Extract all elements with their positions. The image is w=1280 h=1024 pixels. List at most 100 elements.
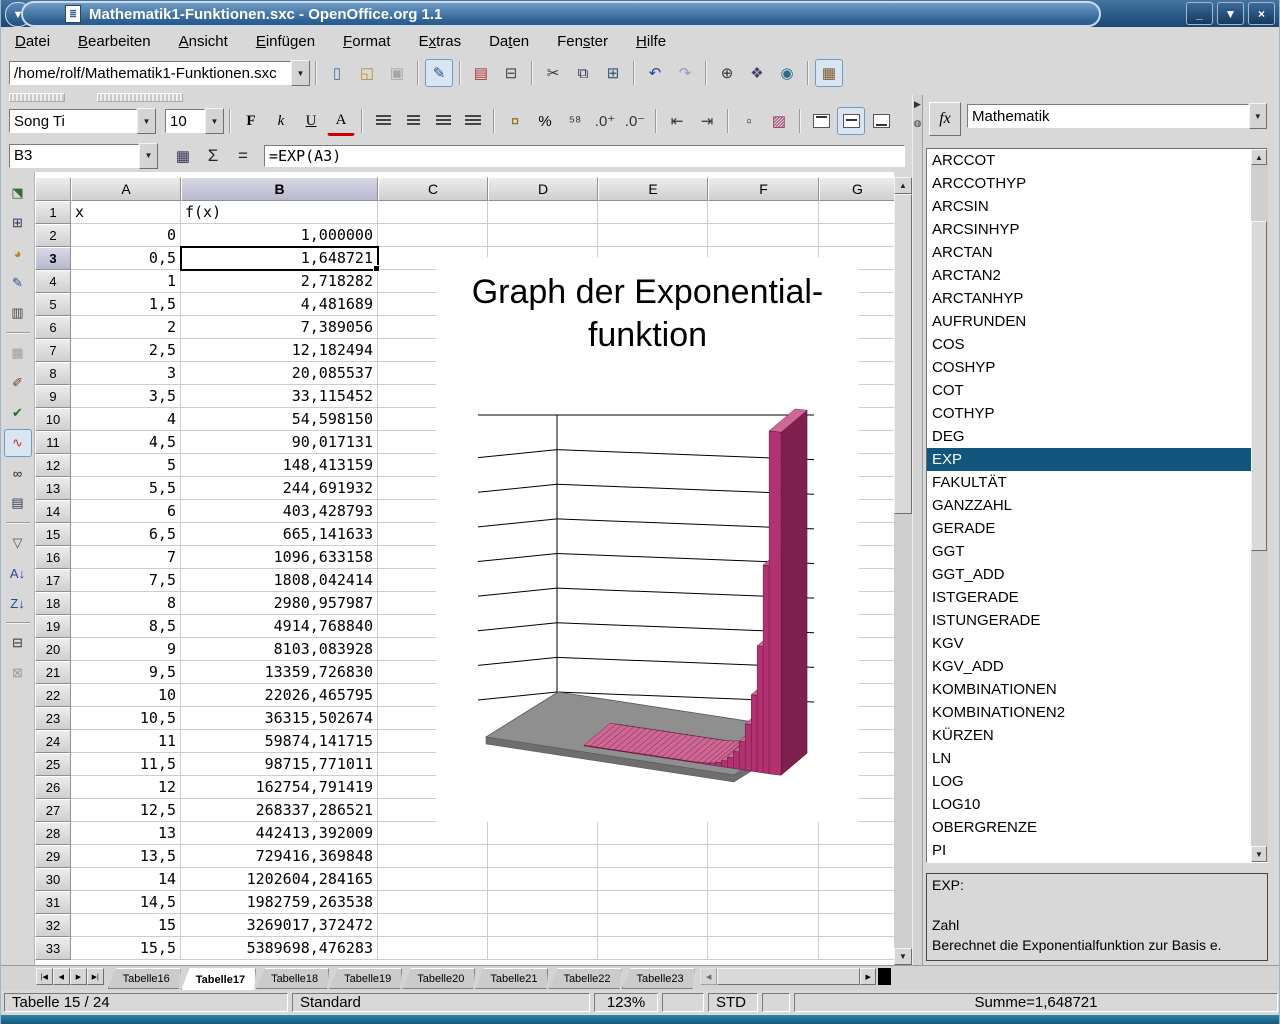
row-header-30[interactable]: 30 xyxy=(35,868,71,891)
column-header-B[interactable]: B xyxy=(181,177,378,201)
row-header-14[interactable]: 14 xyxy=(35,500,71,523)
row-header-13[interactable]: 13 xyxy=(35,477,71,500)
cell-A27[interactable]: 12,5 xyxy=(71,799,181,822)
cell-G28[interactable] xyxy=(819,822,894,845)
function-item-ggt_add[interactable]: GGT_ADD xyxy=(927,563,1267,586)
menu-bearbeiten[interactable]: Bearbeiten xyxy=(64,30,165,53)
sheet-tab-tabelle16[interactable]: Tabelle16 xyxy=(108,968,181,989)
row-header-6[interactable]: 6 xyxy=(35,316,71,339)
function-item-cos[interactable]: COS xyxy=(927,333,1267,356)
cell-G33[interactable] xyxy=(819,937,894,960)
increase-indent-icon[interactable]: ⇥ xyxy=(693,107,721,135)
cell-A4[interactable]: 1 xyxy=(71,270,181,293)
vertical-scrollbar[interactable]: ▲ ▼ xyxy=(894,177,912,965)
function-item-exp[interactable]: EXP xyxy=(927,448,1267,471)
cell-C33[interactable] xyxy=(378,937,488,960)
function-item-kombinationen2[interactable]: KOMBINATIONEN2 xyxy=(927,701,1267,724)
row-header-23[interactable]: 23 xyxy=(35,707,71,730)
cell-A19[interactable]: 8,5 xyxy=(71,615,181,638)
cell-F33[interactable] xyxy=(708,937,819,960)
function-item-fakultät[interactable]: FAKULTÄT xyxy=(927,471,1267,494)
cell-A18[interactable]: 8 xyxy=(71,592,181,615)
row-header-26[interactable]: 26 xyxy=(35,776,71,799)
menu-format[interactable]: Format xyxy=(329,30,405,53)
cell-B14[interactable]: 403,428793 xyxy=(181,500,378,523)
font-size-combobox[interactable]: ▼ xyxy=(165,109,224,133)
function-item-coshyp[interactable]: COSHYP xyxy=(927,356,1267,379)
row-header-25[interactable]: 25 xyxy=(35,753,71,776)
function-item-kombinationen[interactable]: KOMBINATIONEN xyxy=(927,678,1267,701)
cell-B24[interactable]: 59874,141715 xyxy=(181,730,378,753)
cell-D33[interactable] xyxy=(488,937,598,960)
cell-A12[interactable]: 5 xyxy=(71,454,181,477)
cell-A17[interactable]: 7,5 xyxy=(71,569,181,592)
column-header-F[interactable]: F xyxy=(708,177,819,201)
menu-ansicht[interactable]: Ansicht xyxy=(165,30,242,53)
font-size-dropdown-icon[interactable]: ▼ xyxy=(205,108,224,134)
cell-G32[interactable] xyxy=(819,914,894,937)
cell-F28[interactable] xyxy=(708,822,819,845)
currency-icon[interactable]: ¤ xyxy=(501,107,529,135)
row-header-28[interactable]: 28 xyxy=(35,822,71,845)
cell-A7[interactable]: 2,5 xyxy=(71,339,181,362)
font-color-icon[interactable]: A xyxy=(327,106,355,136)
cell-B28[interactable]: 442413,392009 xyxy=(181,822,378,845)
data-sources-icon[interactable]: ▤ xyxy=(4,489,32,517)
cell-E2[interactable] xyxy=(598,224,708,247)
paste-icon[interactable]: ⊞ xyxy=(599,59,627,87)
row-header-33[interactable]: 33 xyxy=(35,937,71,960)
maximize-button[interactable]: ▼ xyxy=(1217,2,1244,25)
align-left-icon[interactable] xyxy=(369,107,397,135)
row-header-22[interactable]: 22 xyxy=(35,684,71,707)
row-header-15[interactable]: 15 xyxy=(35,523,71,546)
sheet-tab-tabelle17[interactable]: Tabelle17 xyxy=(181,968,256,991)
insert-chart-icon[interactable]: ◕ xyxy=(4,239,32,267)
cell-B25[interactable]: 98715,771011 xyxy=(181,753,378,776)
tab-scroll-left-icon[interactable]: ◀ xyxy=(700,968,716,985)
cell-B15[interactable]: 665,141633 xyxy=(181,523,378,546)
align-center-icon[interactable] xyxy=(399,107,427,135)
open-folder-icon[interactable]: ◱ xyxy=(353,59,381,87)
cell-B2[interactable]: 1,000000 xyxy=(181,224,378,247)
cell-A13[interactable]: 5,5 xyxy=(71,477,181,500)
function-list[interactable]: ARCCOTARCCOTHYPARCSINARCSINHYPARCTANARCT… xyxy=(926,148,1268,863)
cell-A5[interactable]: 1,5 xyxy=(71,293,181,316)
status-sum[interactable]: Summe=1,648721 xyxy=(794,993,1278,1012)
number-format-standard-icon[interactable]: ⁵⁸ xyxy=(561,107,589,135)
list-scroll-up-icon[interactable]: ▲ xyxy=(1251,149,1267,165)
function-category-input[interactable] xyxy=(967,104,1249,128)
cell-A15[interactable]: 6,5 xyxy=(71,523,181,546)
cell-B26[interactable]: 162754,791419 xyxy=(181,776,378,799)
stylist-icon[interactable]: ❖ xyxy=(743,59,771,87)
name-box-dropdown-icon[interactable]: ▼ xyxy=(139,143,158,169)
row-header-27[interactable]: 27 xyxy=(35,799,71,822)
function-item-deg[interactable]: DEG xyxy=(927,425,1267,448)
function-item-cothyp[interactable]: COTHYP xyxy=(927,402,1267,425)
percent-icon[interactable]: % xyxy=(531,107,559,135)
valign-top-icon[interactable] xyxy=(807,107,835,135)
row-header-32[interactable]: 32 xyxy=(35,914,71,937)
navigator-icon[interactable]: ⊕ xyxy=(713,59,741,87)
cell-B22[interactable]: 22026,465795 xyxy=(181,684,378,707)
cell-B9[interactable]: 33,115452 xyxy=(181,385,378,408)
cell-B7[interactable]: 12,182494 xyxy=(181,339,378,362)
scroll-down-icon[interactable]: ▼ xyxy=(894,948,912,965)
cell-reference-input[interactable] xyxy=(9,144,139,168)
cell-B29[interactable]: 729416,369848 xyxy=(181,845,378,868)
find-replace-icon[interactable]: ∞ xyxy=(4,459,32,487)
cell-F30[interactable] xyxy=(708,868,819,891)
row-header-21[interactable]: 21 xyxy=(35,661,71,684)
function-item-pi[interactable]: PI xyxy=(927,839,1267,862)
cell-B19[interactable]: 4914,768840 xyxy=(181,615,378,638)
draw-functions-icon[interactable]: ✎ xyxy=(4,269,32,297)
cell-B21[interactable]: 13359,726830 xyxy=(181,661,378,684)
cell-B27[interactable]: 268337,286521 xyxy=(181,799,378,822)
function-item-kgv[interactable]: KGV xyxy=(927,632,1267,655)
cell-A31[interactable]: 14,5 xyxy=(71,891,181,914)
next-sheet-icon[interactable]: ▶ xyxy=(70,968,87,985)
column-header-D[interactable]: D xyxy=(488,177,598,201)
first-sheet-icon[interactable]: |◀ xyxy=(36,968,53,985)
cell-D32[interactable] xyxy=(488,914,598,937)
row-header-4[interactable]: 4 xyxy=(35,270,71,293)
cell-E30[interactable] xyxy=(598,868,708,891)
